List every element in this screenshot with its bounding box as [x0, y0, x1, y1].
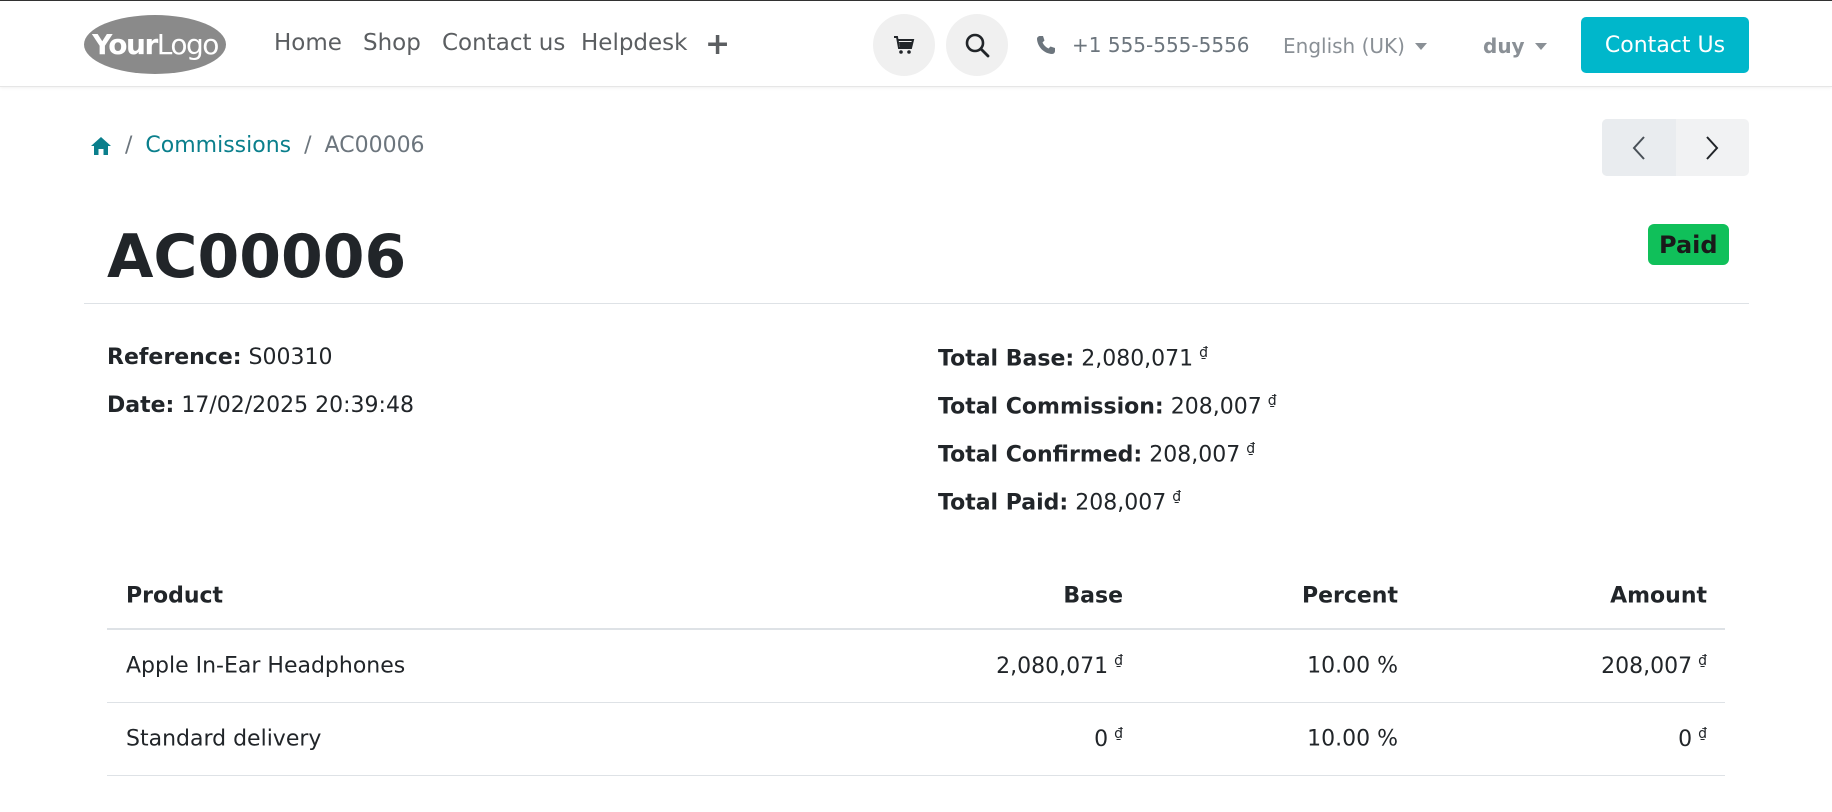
- currency-symbol: ₫: [1698, 725, 1707, 742]
- language-label: English (UK): [1283, 34, 1405, 58]
- breadcrumb-separator: /: [304, 133, 312, 158]
- page-title: AC00006: [107, 222, 407, 292]
- percent-cell: 10.00 %: [1307, 726, 1398, 752]
- phone-icon: [1037, 36, 1055, 54]
- divider: [84, 303, 1749, 304]
- currency-symbol: ₫: [1114, 725, 1123, 742]
- field-label: Total Paid:: [938, 490, 1069, 516]
- breadcrumb-separator: /: [125, 133, 133, 158]
- user-menu[interactable]: duy: [1483, 34, 1547, 58]
- product-cell: Apple In-Ear Headphones: [126, 653, 406, 679]
- field-label: Total Commission:: [938, 394, 1164, 420]
- chevron-right-icon: [1706, 135, 1719, 160]
- table-row: Apple In-Ear Headphones 2,080,071 ₫ 10.00…: [107, 630, 1725, 703]
- currency-symbol: ₫: [1698, 652, 1707, 669]
- field-value: 208,007: [1075, 490, 1167, 516]
- nav-shop[interactable]: Shop: [363, 30, 421, 56]
- date-field: Date: 17/02/2025 20:39:48: [107, 393, 414, 418]
- column-header-amount: Amount: [1610, 583, 1707, 608]
- reference-field: Reference: S00310: [107, 345, 333, 370]
- table-row: Standard delivery 0 ₫ 10.00 % 0 ₫: [107, 703, 1725, 776]
- currency-symbol: ₫: [1199, 345, 1209, 361]
- base-cell: 2,080,071 ₫: [996, 653, 1123, 679]
- language-selector[interactable]: English (UK): [1283, 34, 1427, 58]
- total-commission-field: Total Commission: 208,007 ₫: [938, 393, 1277, 419]
- cart-button[interactable]: [873, 14, 935, 76]
- phone-number: +1 555-555-5556: [1072, 33, 1250, 57]
- logo[interactable]: Your Logo: [84, 15, 226, 74]
- status-badge: Paid: [1648, 224, 1729, 265]
- currency-symbol: ₫: [1267, 393, 1277, 409]
- nav-contact-us[interactable]: Contact us: [442, 30, 565, 56]
- cell-value: 208,007: [1601, 654, 1693, 680]
- nav-home[interactable]: Home: [274, 30, 342, 56]
- cell-value: 2,080,071: [996, 654, 1109, 680]
- amount-cell: 208,007 ₫: [1601, 653, 1707, 679]
- total-confirmed-field: Total Confirmed: 208,007 ₫: [938, 441, 1255, 467]
- phone-contact[interactable]: +1 555-555-5556: [1036, 33, 1250, 57]
- field-value: 2,080,071: [1081, 346, 1194, 372]
- previous-record-button[interactable]: [1602, 119, 1676, 176]
- percent-cell: 10.00 %: [1307, 653, 1398, 679]
- currency-symbol: ₫: [1172, 489, 1182, 505]
- search-button[interactable]: [946, 14, 1008, 76]
- product-cell: Standard delivery: [126, 726, 322, 752]
- cell-value: 0: [1094, 727, 1109, 753]
- logo-text-bold: Your: [92, 28, 158, 61]
- contact-us-button[interactable]: Contact Us: [1581, 17, 1749, 73]
- commission-lines-table: Product Base Percent Amount Apple In-Ear…: [107, 563, 1725, 776]
- logo-text-thin: Logo: [156, 28, 220, 61]
- next-record-button[interactable]: [1676, 119, 1750, 176]
- currency-symbol: ₫: [1114, 652, 1123, 669]
- amount-cell: 0 ₫: [1678, 726, 1707, 752]
- record-pager: [1602, 119, 1749, 176]
- field-value: 208,007: [1170, 394, 1262, 420]
- chevron-down-icon: [1414, 42, 1427, 50]
- column-header-product: Product: [126, 583, 224, 608]
- chevron-down-icon: [1534, 42, 1547, 50]
- field-label: Total Base:: [938, 346, 1075, 372]
- field-label: Reference:: [107, 345, 242, 370]
- plus-icon[interactable]: +: [705, 27, 730, 62]
- field-value: 208,007: [1149, 442, 1241, 468]
- chevron-left-icon: [1632, 135, 1645, 160]
- user-name: duy: [1483, 34, 1525, 58]
- breadcrumb-commissions[interactable]: Commissions: [145, 133, 291, 158]
- column-header-base: Base: [1063, 583, 1123, 608]
- base-cell: 0 ₫: [1094, 726, 1123, 752]
- field-value: 17/02/2025 20:39:48: [181, 393, 414, 418]
- breadcrumb: / Commissions / AC00006: [90, 133, 425, 158]
- nav-helpdesk[interactable]: Helpdesk: [581, 30, 688, 56]
- total-base-field: Total Base: 2,080,071 ₫: [938, 345, 1208, 371]
- field-label: Total Confirmed:: [938, 442, 1143, 468]
- breadcrumb-current: AC00006: [324, 133, 425, 158]
- cell-value: 0: [1678, 727, 1693, 753]
- field-value: S00310: [248, 345, 333, 370]
- site-header: Your Logo Home Shop Contact us Helpdesk +…: [0, 1, 1832, 87]
- column-header-percent: Percent: [1301, 583, 1398, 608]
- field-label: Date:: [107, 393, 175, 418]
- home-icon[interactable]: [90, 136, 112, 156]
- search-icon: [965, 33, 990, 58]
- total-paid-field: Total Paid: 208,007 ₫: [938, 489, 1181, 515]
- shopping-cart-icon: [894, 36, 915, 54]
- table-header: Product Base Percent Amount: [107, 563, 1725, 630]
- currency-symbol: ₫: [1246, 441, 1256, 457]
